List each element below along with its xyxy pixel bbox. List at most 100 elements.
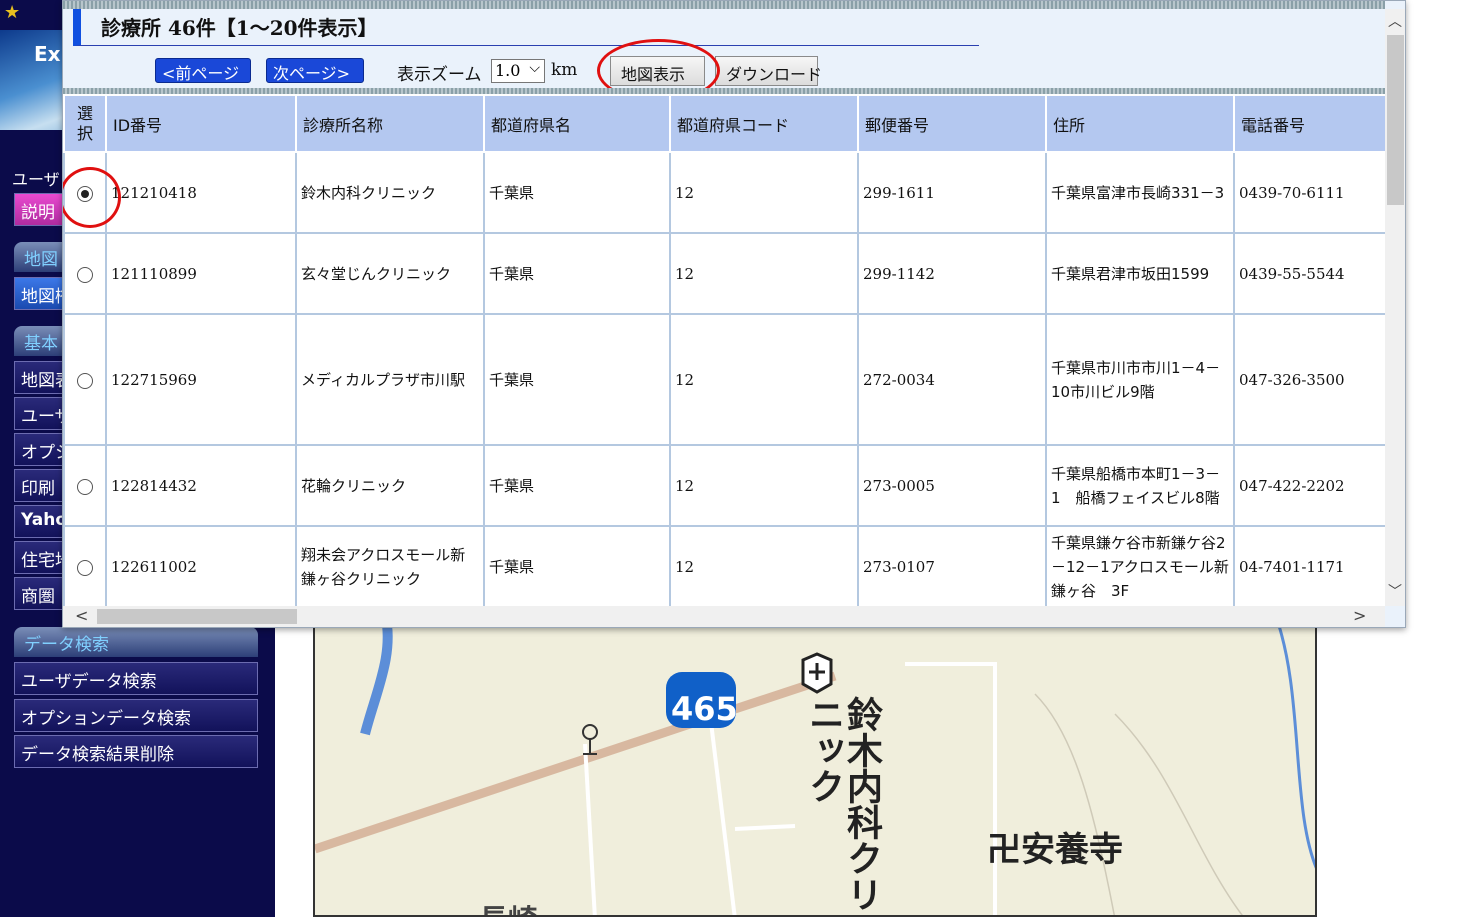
name-cell: 翔未会アクロスモール新鎌ヶ谷クリニック — [295, 525, 485, 606]
user-label: ユーザ — [12, 170, 60, 189]
column-header-prefecture-code: 都道府県コード — [669, 94, 859, 153]
table-row: 122814432 花輪クリニック 千葉県 12 273-0005 千葉県船橋市… — [63, 444, 1385, 527]
results-table: 選択 ID番号 診療所名称 都道府県名 都道府県コード 郵便番号 住所 電話番号… — [63, 94, 1385, 606]
results-title: 診療所 46件【1～20件表示】 — [101, 16, 378, 40]
route-number: 465 — [671, 690, 738, 728]
column-header-zip: 郵便番号 — [857, 94, 1047, 153]
road-minor-3 — [905, 662, 997, 915]
vertical-scroll-thumb[interactable] — [1387, 35, 1404, 205]
zoom-select[interactable]: 1.0 ⌵ — [491, 59, 545, 83]
prefecture-code-cell: 12 — [669, 444, 859, 527]
select-cell — [63, 232, 107, 315]
id-cell: 121210418 — [105, 151, 297, 234]
road-minor-1 — [583, 743, 597, 915]
id-cell: 121110899 — [105, 232, 297, 315]
clinic-map-label: 鈴木内科クリニック — [803, 696, 882, 912]
column-header-select: 選択 — [63, 94, 107, 153]
river-line — [360, 614, 393, 736]
column-header-prefecture: 都道府県名 — [483, 94, 671, 153]
column-header-phone: 電話番号 — [1233, 94, 1385, 153]
prefecture-cell: 千葉県 — [483, 525, 671, 606]
vertical-scrollbar[interactable]: ︿ ﹀ — [1385, 9, 1405, 606]
phone-cell: 0439-70-6111 — [1233, 151, 1385, 234]
horizontal-scrollbar[interactable]: < > — [63, 606, 1385, 627]
table-row: 122715969 メディカルプラザ市川駅 千葉県 12 272-0034 千葉… — [63, 313, 1385, 446]
address-cell: 千葉県富津市長崎331－3 — [1045, 151, 1235, 234]
prefecture-code-cell: 12 — [669, 525, 859, 606]
zoom-label: 表示ズーム — [397, 65, 482, 85]
scroll-right-icon[interactable]: > — [1353, 606, 1366, 625]
temple-map-label: 卍安養寺 — [987, 830, 1123, 870]
sidebar-heading-data-search: データ検索 — [14, 627, 258, 657]
select-cell — [63, 313, 107, 446]
zip-cell: 273-0107 — [857, 525, 1047, 606]
row-radio[interactable] — [77, 372, 93, 389]
download-button[interactable]: ダウンロード — [715, 56, 822, 86]
prefecture-cell: 千葉県 — [483, 151, 671, 234]
post-office-symbol — [582, 724, 598, 740]
select-cell — [63, 525, 107, 606]
prefecture-code-cell: 12 — [669, 313, 859, 446]
road-minor-4 — [734, 824, 796, 831]
zip-cell: 272-0034 — [857, 313, 1047, 446]
scroll-up-icon[interactable]: ︿ — [1388, 11, 1402, 31]
partial-place-label: 長崎 — [478, 896, 538, 915]
row-radio[interactable] — [77, 559, 93, 576]
id-cell: 122814432 — [105, 444, 297, 527]
id-cell: 122611002 — [105, 525, 297, 606]
table-row: 122611002 翔未会アクロスモール新鎌ヶ谷クリニック 千葉県 12 273… — [63, 525, 1385, 606]
scroll-left-icon[interactable]: < — [75, 606, 88, 625]
contour-2 — [1114, 713, 1243, 915]
table-row: 121110899 玄々堂じんクリニック 千葉県 12 299-1142 千葉県… — [63, 232, 1385, 315]
prefecture-cell: 千葉県 — [483, 313, 671, 446]
zip-cell: 273-0005 — [857, 444, 1047, 527]
prefecture-cell: 千葉県 — [483, 444, 671, 527]
stream-line — [1273, 614, 1315, 869]
favorites-star-icon[interactable]: ★ — [4, 2, 20, 23]
column-header-address: 住所 — [1045, 94, 1235, 153]
search-results-popup: 診療所 46件【1～20件表示】 <前ページ 次ページ> 表示ズーム 1.0 ⌵… — [62, 0, 1406, 628]
prefecture-code-cell: 12 — [669, 232, 859, 315]
phone-cell: 047-326-3500 — [1233, 313, 1385, 446]
sidebar-item-delete-search-results[interactable]: データ検索結果削除 — [14, 735, 258, 768]
address-cell: 千葉県市川市市川1－4－10市川ビル9階 — [1045, 313, 1235, 446]
column-header-name: 診療所名称 — [295, 94, 485, 153]
sidebar-item-user-data-search[interactable]: ユーザデータ検索 — [14, 662, 258, 695]
address-cell: 千葉県君津市坂田1599 — [1045, 232, 1235, 315]
phone-cell: 04-7401-1171 — [1233, 525, 1385, 606]
address-cell: 千葉県船橋市本町1－3－1 船橋フェイスビル8階 — [1045, 444, 1235, 527]
prefecture-cell: 千葉県 — [483, 232, 671, 315]
sidebar-item-option-data-search[interactable]: オプションデータ検索 — [14, 699, 258, 732]
row-radio[interactable] — [77, 478, 93, 495]
prefecture-code-cell: 12 — [669, 151, 859, 234]
name-cell: メディカルプラザ市川駅 — [295, 313, 485, 446]
address-cell: 千葉県鎌ケ谷市新鎌ケ谷2－12－1アクロスモール新鎌ヶ谷 3F — [1045, 525, 1235, 606]
name-cell: 鈴木内科クリニック — [295, 151, 485, 234]
phone-cell: 047-422-2202 — [1233, 444, 1385, 527]
zip-cell: 299-1142 — [857, 232, 1047, 315]
zoom-value: 1.0 — [495, 61, 521, 80]
name-cell: 花輪クリニック — [295, 444, 485, 527]
results-title-bar: 診療所 46件【1～20件表示】 — [73, 9, 979, 46]
zip-cell: 299-1611 — [857, 151, 1047, 234]
scroll-down-icon[interactable]: ﹀ — [1388, 581, 1402, 601]
top-decorative-rule — [63, 1, 1385, 9]
road-route-465 — [315, 671, 837, 854]
table-row: 121210418 鈴木内科クリニック 千葉県 12 299-1611 千葉県富… — [63, 151, 1385, 234]
horizontal-scroll-thumb[interactable] — [97, 609, 297, 624]
phone-cell: 0439-55-5544 — [1233, 232, 1385, 315]
row-radio[interactable] — [77, 266, 93, 283]
prev-page-button[interactable]: <前ページ — [155, 58, 251, 83]
zoom-unit: km — [551, 60, 578, 80]
table-header-row: 選択 ID番号 診療所名称 都道府県名 都道府県コード 郵便番号 住所 電話番号 — [63, 94, 1385, 153]
select-cell — [63, 444, 107, 527]
road-minor-2 — [708, 713, 737, 915]
contour-1 — [1034, 693, 1115, 915]
column-header-id: ID番号 — [105, 94, 297, 153]
chevron-down-icon: ⌵ — [529, 60, 540, 76]
banner-text: Ex — [34, 42, 61, 66]
id-cell: 122715969 — [105, 313, 297, 446]
name-cell: 玄々堂じんクリニック — [295, 232, 485, 315]
map-view[interactable]: 465 鈴木内科クリニック 卍安養寺 長崎 — [313, 612, 1317, 917]
next-page-button[interactable]: 次ページ> — [266, 58, 364, 83]
